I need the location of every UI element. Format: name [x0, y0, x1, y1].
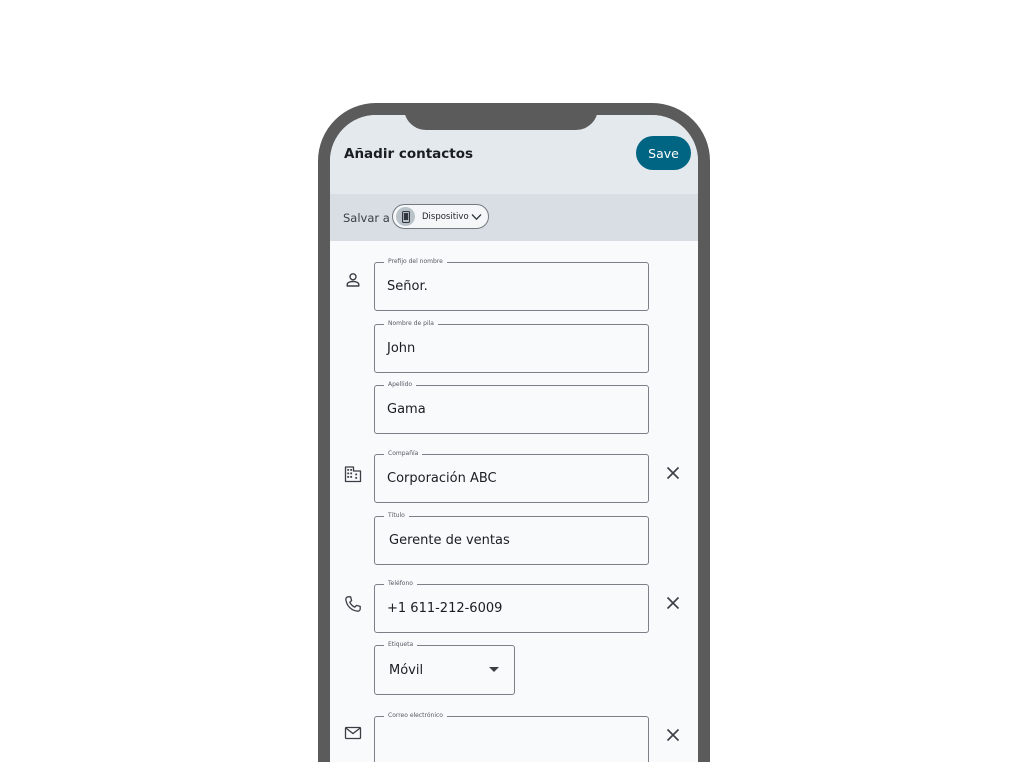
- company-label: Compañía: [384, 449, 423, 459]
- email-label: Correo electrónico: [384, 711, 447, 721]
- save-to-label: Salvar a: [343, 211, 390, 225]
- first-name-field[interactable]: Nombre de pila John: [374, 319, 649, 373]
- phone-type-select[interactable]: Etiqueta Móvil: [374, 640, 515, 695]
- smartphone-icon: [396, 207, 415, 226]
- first-name-label: Nombre de pila: [384, 319, 438, 329]
- page-title: Añadir contactos: [344, 146, 474, 162]
- company-value: Corporación ABC: [387, 471, 497, 486]
- phone-type-value: Móvil: [389, 663, 424, 678]
- phone-value: +1 611-212-6009: [387, 601, 503, 616]
- close-icon: [666, 466, 680, 480]
- name-prefix-label: Prefijo del nombre: [384, 257, 447, 267]
- last-name-field[interactable]: Apellido Gama: [374, 380, 649, 434]
- company-field[interactable]: Compañía Corporación ABC: [374, 449, 649, 503]
- email-field[interactable]: Correo electrónico: [374, 711, 649, 762]
- mail-icon: [344, 724, 362, 742]
- clear-company-button[interactable]: [664, 464, 682, 482]
- phone-frame: Añadir contactos Save Salvar a Dispositi…: [318, 103, 710, 762]
- chevron-down-icon: [471, 213, 482, 221]
- building-icon: [344, 465, 362, 483]
- dropdown-arrow-icon: [489, 667, 499, 672]
- save-to-bar: Salvar a Dispositivo: [330, 194, 698, 241]
- save-location-label: Dispositivo: [422, 211, 469, 222]
- phone-type-label: Etiqueta: [384, 640, 418, 650]
- job-title-field[interactable]: Título Gerente de ventas: [374, 511, 649, 565]
- close-icon: [666, 728, 680, 742]
- phone-field[interactable]: Teléfono +1 611-212-6009: [374, 579, 649, 633]
- job-title-value: Gerente de ventas: [389, 533, 510, 548]
- phone-label: Teléfono: [384, 579, 417, 589]
- save-location-chip[interactable]: Dispositivo: [392, 204, 489, 229]
- name-prefix-value: Señor.: [387, 279, 428, 294]
- clear-email-button[interactable]: [664, 726, 682, 744]
- phone-icon: [344, 595, 362, 613]
- clear-phone-button[interactable]: [664, 594, 682, 612]
- phone-notch: [404, 103, 598, 130]
- job-title-label: Título: [384, 511, 409, 521]
- save-button[interactable]: Save: [636, 136, 691, 170]
- person-icon: [344, 271, 362, 289]
- first-name-value: John: [387, 341, 416, 356]
- app-screen: Añadir contactos Save Salvar a Dispositi…: [330, 115, 698, 762]
- last-name-value: Gama: [387, 402, 426, 417]
- last-name-label: Apellido: [384, 380, 417, 390]
- name-prefix-field[interactable]: Prefijo del nombre Señor.: [374, 257, 649, 311]
- close-icon: [666, 596, 680, 610]
